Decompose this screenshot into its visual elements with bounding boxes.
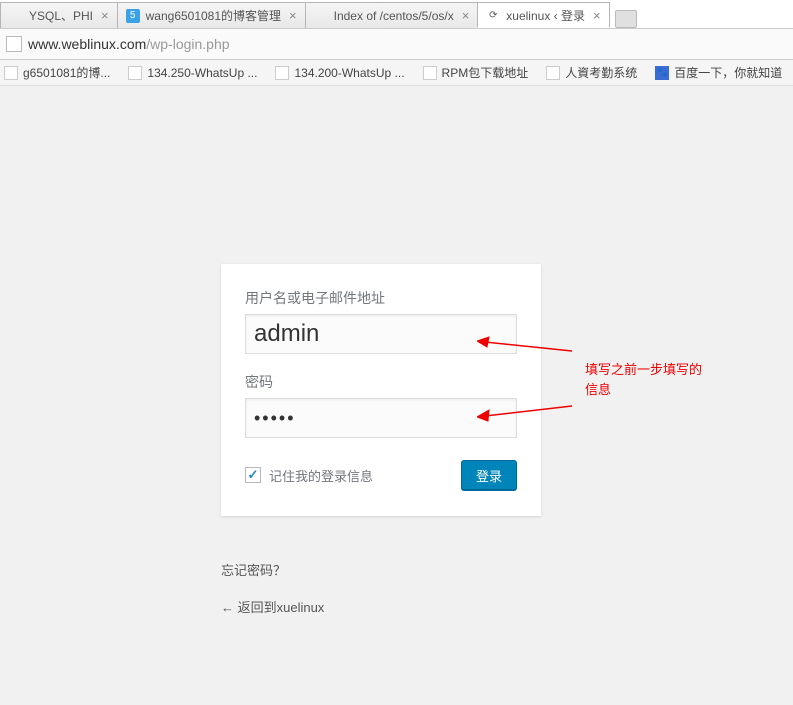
checkbox-icon[interactable]: ✓ [245,467,261,483]
tab-title: xuelinux ‹ 登录 [506,7,585,24]
bookmark-label: g6501081的博... [23,64,110,81]
address-bar: www.weblinux.com/wp-login.php [0,28,793,60]
page-content: 用户名或电子邮件地址 密码 ✓ 记住我的登录信息 登录 忘记密码？ ← 返回到x… [0,86,793,705]
bookmark-label: 134.200-WhatsUp ... [294,66,404,80]
tab-title: YSQL、PHI [29,7,93,24]
back-to-site-link[interactable]: ← 返回到xuelinux [221,597,324,616]
page-icon [9,9,23,23]
page-icon [546,66,560,80]
url-path: /wp-login.php [146,36,229,52]
bookmark-label: RPM包下载地址 [442,64,529,81]
page-icon [314,9,328,23]
login-nav-links: 忘记密码？ ← 返回到xuelinux [221,560,324,634]
password-label: 密码 [245,372,517,392]
page-icon [275,66,289,80]
close-icon[interactable]: × [101,8,109,23]
remember-me[interactable]: ✓ 记住我的登录信息 [245,466,373,485]
annotation-arrow [477,404,577,424]
login-form: 用户名或电子邮件地址 密码 ✓ 记住我的登录信息 登录 [221,264,541,516]
browser-tab[interactable]: Index of /centos/5/os/x × [305,2,479,28]
browser-tab-bar: YSQL、PHI × 5 wang6501081的博客管理 × Index of… [0,0,793,28]
page-icon [128,66,142,80]
baidu-icon: 🐾 [655,66,669,80]
loading-icon: ⟳ [486,8,500,22]
page-icon [4,66,18,80]
bookmark-item[interactable]: 人資考勤系统 [546,64,637,81]
close-icon[interactable]: × [289,8,297,23]
new-tab-button[interactable] [615,10,637,28]
login-button[interactable]: 登录 [461,460,517,490]
close-icon[interactable]: × [593,8,601,23]
page-icon [423,66,437,80]
browser-tab[interactable]: 5 wang6501081的博客管理 × [117,2,306,28]
bookmark-label: 百度一下，你就知道 [674,64,782,81]
bookmark-label: 134.250-WhatsUp ... [147,66,257,80]
annotation-arrow [477,334,577,354]
bookmark-item[interactable]: 134.200-WhatsUp ... [275,66,404,80]
bookmark-item[interactable]: 🐾 百度一下，你就知道 [655,64,782,81]
bookmarks-bar: g6501081的博... 134.250-WhatsUp ... 134.20… [0,60,793,86]
tab-title: Index of /centos/5/os/x [334,9,454,23]
remember-label: 记住我的登录信息 [269,466,373,485]
username-label: 用户名或电子邮件地址 [245,288,517,308]
bookmark-item[interactable]: g6501081的博... [4,64,110,81]
close-icon[interactable]: × [462,8,470,23]
annotation-text: 填写之前一步填写的 信息 [585,360,702,399]
browser-tab[interactable]: YSQL、PHI × [0,2,118,28]
bookmark-item[interactable]: 134.250-WhatsUp ... [128,66,257,80]
forgot-password-link[interactable]: 忘记密码？ [221,560,324,579]
url-field[interactable]: www.weblinux.com/wp-login.php [28,36,230,52]
url-host: www.weblinux.com [28,36,146,52]
bookmark-label: 人資考勤系统 [565,64,637,81]
page-icon: 5 [126,9,140,23]
browser-tab-active[interactable]: ⟳ xuelinux ‹ 登录 × [477,2,609,28]
site-icon [6,36,22,52]
tab-title: wang6501081的博客管理 [146,7,281,24]
bookmark-item[interactable]: RPM包下载地址 [423,64,529,81]
